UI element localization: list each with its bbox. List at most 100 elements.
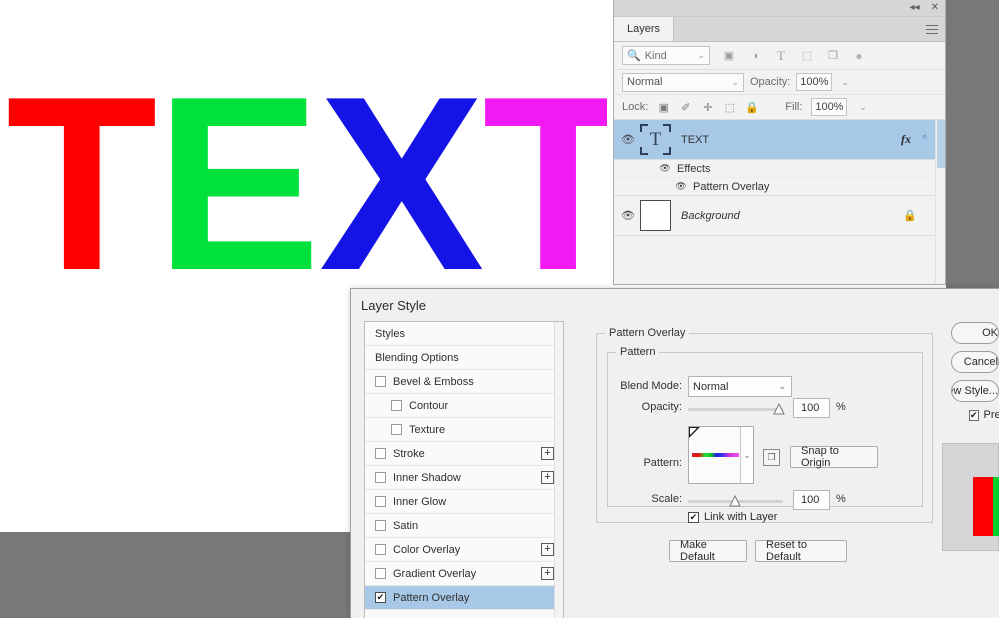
pattern-overlay-section-title: Pattern Overlay	[605, 327, 690, 339]
opacity-slider[interactable]	[688, 402, 785, 415]
style-item-inner-glow[interactable]: Inner Glow	[365, 490, 563, 514]
lock-artboard-nesting-icon[interactable]: ⬚	[723, 101, 736, 114]
opacity-chevron-down-icon[interactable]: ⌄	[841, 77, 849, 88]
adjustment-layer-filter-icon[interactable]: ◑	[748, 49, 762, 63]
close-icon[interactable]: ✕	[931, 3, 939, 13]
pixel-layer-filter-icon[interactable]: ▣	[722, 49, 736, 63]
pattern-dropdown-chevron-icon[interactable]: ⌄	[740, 427, 753, 483]
scale-slider-thumb[interactable]	[729, 494, 741, 507]
smart-object-filter-icon[interactable]: ❐	[826, 49, 840, 63]
layers-panel-titlebar: ◂◂ ✕	[614, 0, 945, 17]
layer-thumbnail-background	[640, 200, 671, 231]
eye-icon[interactable]: 👁	[674, 181, 688, 192]
pattern-swatch-select[interactable]: ⌄	[688, 426, 754, 484]
ok-button[interactable]: OK	[951, 322, 999, 344]
style-checkbox[interactable]	[391, 400, 402, 411]
style-checkbox[interactable]	[375, 496, 386, 507]
layers-panel[interactable]: ◂◂ ✕ Layers 🔍 Kind ⌄ ▣ ◑ T ⬚ ❐ ● Normal …	[613, 0, 946, 285]
style-item-label: Color Overlay	[393, 543, 461, 556]
filter-toggle-icon[interactable]: ●	[852, 49, 866, 63]
style-item-styles[interactable]: Styles	[365, 322, 563, 346]
style-item-stroke[interactable]: Stroke +	[365, 442, 563, 466]
lock-transparency-icon[interactable]: ▣	[657, 101, 670, 114]
link-with-layer-checkbox[interactable]	[688, 511, 699, 523]
add-effect-plus-icon[interactable]: +	[541, 447, 554, 460]
scale-value: 100	[801, 494, 820, 506]
layer-blend-mode-value: Normal	[627, 76, 663, 88]
style-item-contour[interactable]: Contour	[365, 394, 563, 418]
style-item-texture[interactable]: Texture	[365, 418, 563, 442]
styles-list[interactable]: Styles Blending Options Bevel & Emboss C…	[364, 321, 564, 618]
style-item-gradient-overlay[interactable]: Gradient Overlay +	[365, 562, 563, 586]
add-effect-plus-icon[interactable]: +	[541, 543, 554, 556]
style-item-label: Pattern Overlay	[393, 591, 470, 604]
eye-icon[interactable]: 👁	[618, 133, 638, 146]
layer-kind-select[interactable]: 🔍 Kind ⌄	[622, 46, 710, 65]
lock-image-pixels-icon[interactable]: ✐	[679, 101, 692, 114]
style-checkbox[interactable]	[375, 568, 386, 579]
collapse-double-arrow-icon[interactable]: ◂◂	[910, 3, 920, 13]
link-with-layer-row[interactable]: Link with Layer	[688, 511, 777, 523]
add-effect-plus-icon[interactable]: +	[541, 567, 554, 580]
opacity-value-field[interactable]: 100	[793, 398, 830, 418]
chevron-up-icon[interactable]: ^	[922, 134, 927, 145]
layers-scrollbar-thumb[interactable]	[937, 120, 945, 168]
dialog-action-buttons: OK Cancel New Style... ✔ Preview	[951, 322, 999, 421]
styles-scrollbar[interactable]	[554, 322, 563, 618]
type-layer-filter-icon[interactable]: T	[774, 48, 788, 63]
style-checkbox[interactable]	[391, 424, 402, 435]
style-item-inner-shadow[interactable]: Inner Shadow +	[365, 466, 563, 490]
table-row[interactable]: 👁 Background 🔒	[614, 196, 945, 236]
scale-value-field[interactable]: 100	[793, 490, 830, 510]
preview-checkbox-row[interactable]: ✔ Preview	[969, 409, 999, 421]
scale-slider[interactable]	[688, 494, 783, 507]
lock-all-icon[interactable]: 🔒	[745, 101, 759, 114]
make-default-button[interactable]: Make Default	[669, 539, 747, 563]
style-item-label: Styles	[375, 327, 405, 340]
preview-checkbox[interactable]: ✔	[969, 409, 979, 421]
opacity-slider-thumb[interactable]	[773, 402, 785, 415]
layer-blend-mode-select[interactable]: Normal ⌄	[622, 72, 744, 92]
layer-fill-field[interactable]: 100%	[811, 98, 848, 116]
layer-opacity-field[interactable]: 100%	[796, 73, 833, 91]
blend-mode-select[interactable]: Normal ⌄	[688, 376, 792, 397]
new-preset-icon[interactable]: ❐	[763, 449, 780, 466]
style-checkbox[interactable]	[375, 544, 386, 555]
fill-chevron-down-icon[interactable]: ⌄	[859, 102, 867, 113]
style-item-label: Texture	[409, 423, 446, 436]
style-item-satin[interactable]: Satin	[365, 514, 563, 538]
style-item-color-overlay[interactable]: Color Overlay +	[365, 538, 563, 562]
list-item[interactable]: 👁 Effects	[614, 160, 945, 178]
layer-list[interactable]: 👁 T TEXT fx ^ 👁 Effects 👁 Pattern Overla…	[614, 120, 945, 284]
new-style-button[interactable]: New Style...	[951, 380, 999, 402]
style-item-bevel-emboss[interactable]: Bevel & Emboss	[365, 370, 563, 394]
snap-to-origin-button[interactable]: Snap to Origin	[790, 445, 878, 469]
tab-layers[interactable]: Layers	[614, 17, 675, 41]
lock-position-icon[interactable]: ✛	[701, 101, 714, 114]
style-checkbox[interactable]	[375, 472, 386, 483]
canvas-letter-x: X	[318, 44, 484, 322]
style-item-blending-options[interactable]: Blending Options	[365, 346, 563, 370]
style-checkbox[interactable]	[375, 448, 386, 459]
opacity-value: 100	[801, 402, 820, 414]
style-checkbox[interactable]	[375, 520, 386, 531]
layer-style-dialog[interactable]: Layer Style Styles Blending Options Beve…	[350, 288, 999, 618]
reset-to-default-button[interactable]: Reset to Default	[755, 539, 847, 563]
cancel-button[interactable]: Cancel	[951, 351, 999, 373]
shape-layer-filter-icon[interactable]: ⬚	[800, 49, 814, 63]
style-item-pattern-overlay[interactable]: Pattern Overlay	[365, 586, 563, 610]
eye-icon[interactable]: 👁	[658, 163, 672, 174]
add-effect-plus-icon[interactable]: +	[541, 471, 554, 484]
style-item-label: Gradient Overlay	[393, 567, 477, 580]
layers-scrollbar[interactable]	[935, 120, 945, 284]
eye-icon[interactable]: 👁	[618, 209, 638, 222]
layer-effect-name: Pattern Overlay	[693, 180, 770, 193]
panel-menu-icon[interactable]	[926, 25, 938, 34]
style-item-label: Contour	[409, 399, 449, 412]
table-row[interactable]: 👁 T TEXT fx ^	[614, 120, 945, 160]
list-item[interactable]: 👁 Pattern Overlay	[614, 178, 945, 196]
preview-bar-red	[973, 477, 993, 536]
layer-fx-badge[interactable]: fx	[901, 132, 911, 147]
style-checkbox[interactable]	[375, 592, 386, 603]
style-checkbox[interactable]	[375, 376, 386, 387]
